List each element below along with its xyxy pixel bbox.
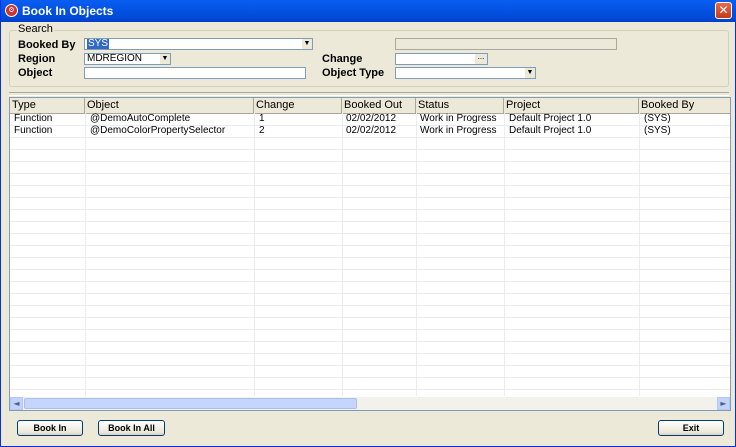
cell-project: Default Project 1.0 (509, 125, 592, 136)
cell-object: @DemoAutoComplete (90, 113, 191, 124)
app-logo-icon: ⚙ (5, 4, 18, 17)
booked-by-dropdown[interactable]: SYS ▼ (84, 38, 313, 50)
booked-by-value: SYS (87, 38, 110, 49)
exit-button[interactable]: Exit (658, 420, 724, 436)
cell-change: 1 (259, 113, 265, 124)
cell-type: Function (14, 113, 53, 124)
scroll-left-icon[interactable]: ◄ (10, 397, 23, 410)
cell-booked-out: 02/02/2012 (346, 113, 397, 124)
book-in-button[interactable]: Book In (17, 420, 83, 436)
column-header-status[interactable]: Status (416, 98, 504, 113)
chevron-down-icon[interactable]: ▼ (159, 54, 170, 64)
column-header-type[interactable]: Type (10, 98, 85, 113)
object-label: Object (18, 67, 53, 79)
cell-status: Work in Progress (420, 125, 497, 136)
separator (9, 92, 729, 96)
grid-header: Type Object Change Booked Out Status Pro… (10, 98, 730, 114)
readonly-field (395, 38, 617, 50)
cell-booked-out: 02/02/2012 (346, 125, 397, 136)
column-header-project[interactable]: Project (504, 98, 639, 113)
title-bar[interactable]: ⚙ Book In Objects ✕ (1, 0, 736, 22)
close-button[interactable]: ✕ (715, 2, 732, 19)
grid-body: Function @DemoAutoComplete 1 02/02/2012 … (10, 113, 730, 396)
cell-object: @DemoColorPropertySelector (90, 125, 226, 136)
chevron-down-icon[interactable]: ▼ (301, 39, 312, 49)
change-browse-button[interactable]: ... (474, 54, 487, 64)
cell-booked-by: (SYS) (644, 125, 671, 136)
object-type-label: Object Type (322, 67, 385, 79)
cell-booked-by: (SYS) (644, 113, 671, 124)
chevron-down-icon[interactable]: ▼ (524, 68, 535, 78)
column-header-booked-out[interactable]: Booked Out (342, 98, 416, 113)
window-title: Book In Objects (22, 4, 114, 18)
cell-type: Function (14, 125, 53, 136)
column-header-change[interactable]: Change (254, 98, 342, 113)
empty-grid-row (10, 377, 730, 390)
close-icon: ✕ (718, 3, 729, 17)
change-field[interactable]: ... (395, 53, 488, 65)
objects-grid[interactable]: Type Object Change Booked Out Status Pro… (9, 97, 731, 411)
object-type-dropdown[interactable]: ▼ (395, 67, 536, 79)
book-in-all-button[interactable]: Book In All (98, 420, 165, 436)
scrollbar-thumb[interactable] (24, 398, 357, 409)
horizontal-scrollbar[interactable]: ◄ ► (10, 397, 730, 410)
cell-change: 2 (259, 125, 265, 136)
scroll-right-icon[interactable]: ► (717, 397, 730, 410)
cell-status: Work in Progress (420, 113, 497, 124)
region-value: MDREGION (87, 53, 142, 64)
region-dropdown[interactable]: MDREGION ▼ (84, 53, 171, 65)
search-group-label: Search (17, 23, 54, 35)
region-label: Region (18, 53, 56, 65)
object-input[interactable] (84, 67, 306, 79)
change-label: Change (322, 53, 363, 65)
booked-by-label: Booked By (18, 39, 76, 51)
column-header-booked-by[interactable]: Booked By (639, 98, 730, 113)
cell-project: Default Project 1.0 (509, 113, 592, 124)
book-in-objects-window: ⚙ Book In Objects ✕ Search Booked By SYS… (0, 0, 736, 447)
column-header-object[interactable]: Object (85, 98, 254, 113)
